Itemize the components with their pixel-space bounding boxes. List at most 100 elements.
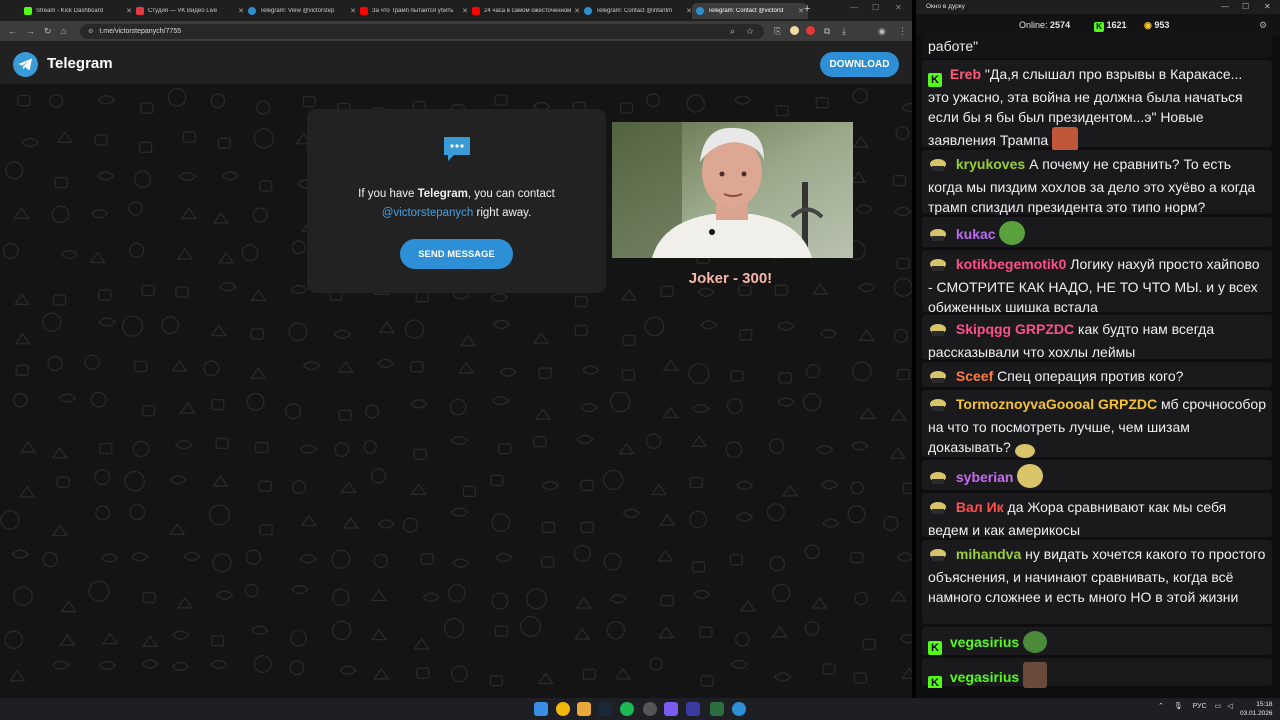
doodle-shape (896, 368, 911, 381)
send-message-button[interactable]: SEND MESSAGE (400, 239, 513, 269)
steam-icon[interactable] (598, 702, 612, 716)
mic-icon[interactable]: 🎙 (1174, 703, 1183, 710)
doodle-shape (42, 312, 62, 332)
browser-toolbar: ← → ↻ ⌂ ⚙ t.me/victorstepanych/7755 ⌕ ☆ … (0, 21, 912, 41)
doodle-shape (217, 137, 231, 149)
spotify-icon[interactable] (620, 702, 634, 716)
menu-icon[interactable]: ⋮ (898, 25, 907, 37)
doodle-shape (13, 586, 33, 606)
vk-badge-icon (928, 257, 948, 277)
start-menu-icon[interactable] (534, 702, 548, 716)
doodle-shape (688, 363, 710, 385)
tab-telegram-contact-1[interactable]: Telegram: Contact @infantm ✕ (580, 3, 696, 19)
message-username[interactable]: mihandva (956, 546, 1021, 562)
close-window-icon[interactable]: ✕ (895, 3, 902, 12)
telegram-favicon-icon (696, 7, 704, 15)
telegram-logo-icon[interactable] (13, 52, 38, 77)
doodle-shape (210, 93, 226, 109)
download-icon[interactable]: ⤓ (842, 25, 846, 37)
new-tab-button[interactable]: + (804, 3, 810, 15)
extensions-puzzle-icon[interactable]: ⧉ (824, 25, 830, 37)
message-username[interactable]: vegasirius (950, 634, 1019, 650)
message-username[interactable]: kotikbegemotik0 (956, 256, 1066, 272)
tray-chevron-icon[interactable]: ⌃ (1158, 703, 1164, 710)
message-username[interactable]: kryukoves (956, 156, 1025, 172)
taskbar-clock[interactable]: 15:18 03.01.2026 (1240, 700, 1273, 718)
doodle-shape (256, 100, 271, 115)
doodle-shape (686, 94, 706, 113)
message-username[interactable]: Sceef (956, 368, 993, 384)
vk-viewers: ◉ 953 (1144, 20, 1169, 31)
home-icon[interactable]: ⌂ (61, 25, 66, 37)
message-username[interactable]: syberian (956, 469, 1014, 485)
discord-icon[interactable] (664, 702, 678, 716)
address-bar[interactable]: ⚙ t.me/victorstepanych/7755 (80, 24, 764, 39)
reload-icon[interactable]: ↻ (44, 25, 52, 37)
doodle-shape (134, 360, 148, 373)
message-username[interactable]: Вал Ик (956, 499, 1004, 515)
doodle-shape (526, 588, 548, 610)
forward-icon[interactable]: → (26, 25, 35, 37)
message-username[interactable]: Skipqgg (956, 321, 1011, 337)
network-icon[interactable]: ▭ (1215, 703, 1222, 710)
message-username[interactable]: vegasirius (950, 669, 1019, 685)
doodle-shape (128, 201, 143, 216)
tab-youtube-2[interactable]: 24 часа в самом ожесточенном ✕ (468, 3, 584, 19)
doodle-shape (691, 561, 706, 573)
tab-kick-dashboard[interactable]: Stream - Kick Dashboard ✕ (20, 3, 136, 19)
settings-gear-icon[interactable]: ⚙ (1259, 20, 1267, 31)
tab-vk-studio[interactable]: Студия — VK Видео Live ✕ (132, 3, 248, 19)
doodle-shape (778, 372, 792, 384)
youtube-favicon-icon (360, 7, 368, 15)
doodle-shape (689, 476, 703, 489)
search-icon[interactable]: ⌕ (730, 25, 735, 37)
maximize-icon[interactable]: ☐ (1242, 0, 1249, 14)
minimize-icon[interactable]: — (1221, 0, 1229, 14)
doodle-shape (603, 552, 622, 571)
maximize-icon[interactable]: ☐ (872, 3, 879, 12)
tab-telegram-view[interactable]: Telegram: View @victorstep ✕ (244, 3, 360, 19)
doodle-shape (450, 665, 468, 683)
chat-window: Окно в дурку — ☐ ✕ Online: 2574 K 1621 ◉… (916, 0, 1280, 698)
extension-icon[interactable] (806, 26, 815, 35)
doodle-shape (99, 442, 113, 455)
message-username[interactable]: TormoznoyvaGoooal (956, 396, 1094, 412)
doodle-shape (376, 358, 395, 369)
browser-window: Stream - Kick Dashboard ✕ Студия — VK Ви… (0, 0, 912, 698)
doodle-shape (51, 446, 68, 459)
doodle-shape (443, 618, 465, 639)
doodle-shape (847, 505, 866, 524)
obs-icon[interactable] (643, 702, 657, 716)
doodle-shape (182, 131, 197, 143)
file-explorer-icon[interactable] (577, 702, 591, 716)
doodle-shape (251, 625, 269, 635)
message-username[interactable]: Ereb (950, 66, 981, 82)
doodle-shape (851, 361, 872, 382)
online-counter: Online: 2574 (1019, 20, 1070, 30)
site-info-icon[interactable]: ⚙ (88, 28, 93, 35)
language-indicator[interactable]: РУС (1193, 703, 1207, 710)
download-button[interactable]: DOWNLOAD (820, 52, 899, 77)
close-window-icon[interactable]: ✕ (1264, 0, 1271, 14)
doodle-shape (378, 321, 396, 333)
telegram-taskbar-icon[interactable] (732, 702, 746, 716)
minimize-icon[interactable]: — (850, 3, 858, 12)
tab-telegram-contact-active[interactable]: Telegram: Contact @victorst ✕ (692, 3, 808, 19)
cast-icon[interactable]: ⎘ (774, 25, 781, 37)
doodle-shape (416, 667, 430, 679)
back-icon[interactable]: ← (8, 25, 17, 37)
doodle-shape (660, 285, 674, 298)
media-player-icon[interactable] (686, 702, 700, 716)
chrome-icon[interactable] (556, 702, 570, 716)
telegram-brand[interactable]: Telegram (47, 55, 113, 72)
tab-youtube-1[interactable]: За что Трамп пытается убить ✕ (356, 3, 472, 19)
contact-handle-link[interactable]: @victorstepanych (382, 207, 474, 219)
message-username[interactable]: kukac (956, 226, 996, 242)
doodle-shape (138, 141, 153, 153)
doodle-shape (645, 433, 662, 449)
extension-icon[interactable] (790, 26, 799, 35)
app-icon[interactable] (710, 702, 724, 716)
volume-icon[interactable]: ◁ (1227, 703, 1232, 710)
profile-icon[interactable]: ◉ (878, 25, 886, 37)
bookmark-star-icon[interactable]: ☆ (746, 25, 754, 37)
